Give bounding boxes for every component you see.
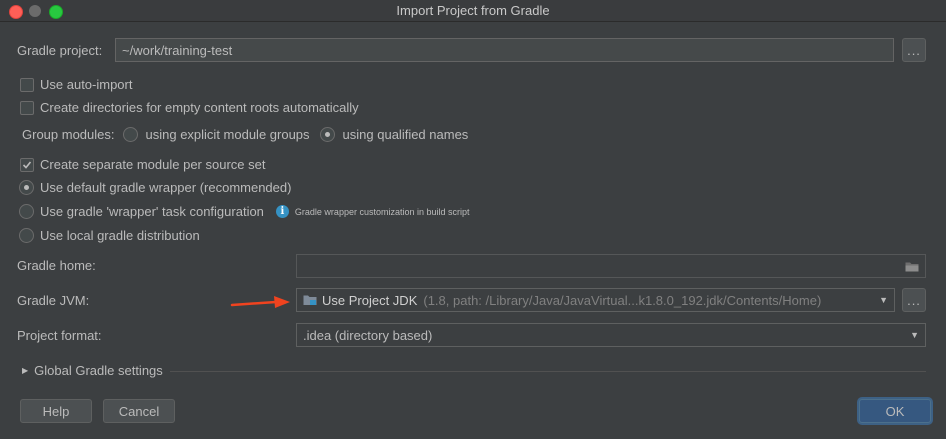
gradle-project-browse-button[interactable]: ... <box>902 38 926 62</box>
gradle-jvm-dropdown[interactable]: Use Project JDK (1.8, path: /Library/Jav… <box>296 288 895 312</box>
separate-module-checkbox[interactable] <box>20 157 34 172</box>
create-dirs-option[interactable]: Create directories for empty content roo… <box>20 100 359 115</box>
gradle-project-value: ~/work/training-test <box>122 42 233 58</box>
explicit-groups-radio[interactable] <box>122 127 138 142</box>
chevron-down-icon: ▼ <box>910 330 919 340</box>
info-icon: i <box>275 205 289 218</box>
create-dirs-label: Create directories for empty content roo… <box>40 100 359 115</box>
default-wrapper-label: Use default gradle wrapper (recommended) <box>40 180 292 195</box>
ok-button[interactable]: OK <box>859 399 931 423</box>
explicit-groups-label[interactable]: using explicit module groups <box>146 127 310 142</box>
radio-selected-dot <box>24 185 29 190</box>
separate-module-option[interactable]: Create separate module per source set <box>20 157 265 172</box>
default-wrapper-option[interactable]: Use default gradle wrapper (recommended) <box>19 180 291 195</box>
gradle-home-label: Gradle home: <box>17 258 96 273</box>
chevron-right-icon: ▶ <box>22 366 29 375</box>
window-title: Import Project from Gradle <box>396 3 550 18</box>
wrapper-task-hint: Gradle wrapper customization in build sc… <box>294 206 470 217</box>
gradle-project-label: Gradle project: <box>17 43 103 58</box>
wrapper-task-label: Use gradle 'wrapper' task configuration <box>40 204 264 219</box>
qualified-names-radio[interactable] <box>319 127 335 142</box>
jdk-folder-icon <box>303 295 317 305</box>
gradle-jvm-value: Use Project JDK <box>322 292 418 308</box>
maximize-window-button[interactable] <box>49 5 63 19</box>
local-gradle-radio[interactable] <box>19 228 34 243</box>
default-wrapper-radio[interactable] <box>19 180 34 195</box>
project-format-dropdown[interactable]: .idea (directory based) ▼ <box>296 323 926 347</box>
separate-module-label: Create separate module per source set <box>40 157 266 172</box>
section-divider <box>170 371 926 372</box>
wrapper-task-option[interactable]: Use gradle 'wrapper' task configuration … <box>19 204 470 219</box>
project-format-value: .idea (directory based) <box>303 327 433 343</box>
help-button[interactable]: Help <box>20 399 92 423</box>
global-gradle-settings-label: Global Gradle settings <box>34 363 163 378</box>
cancel-button[interactable]: Cancel <box>103 399 175 423</box>
chevron-down-icon: ▼ <box>879 295 888 305</box>
group-modules-row: Group modules: using explicit module gro… <box>22 127 468 142</box>
gradle-jvm-label: Gradle JVM: <box>17 293 90 308</box>
checkmark-icon <box>22 160 32 169</box>
gradle-home-field[interactable] <box>296 254 926 278</box>
radio-selected-dot <box>324 132 330 137</box>
auto-import-label: Use auto-import <box>40 77 133 92</box>
import-gradle-dialog: Import Project from Gradle Gradle projec… <box>0 0 946 439</box>
gradle-project-field[interactable]: ~/work/training-test <box>115 38 894 62</box>
group-modules-label: Group modules: <box>22 127 115 142</box>
auto-import-checkbox[interactable] <box>20 77 34 92</box>
title-bar: Import Project from Gradle <box>0 0 946 22</box>
local-gradle-label: Use local gradle distribution <box>40 228 200 243</box>
minimize-window-button[interactable] <box>29 5 41 17</box>
auto-import-option[interactable]: Use auto-import <box>20 77 132 92</box>
gradle-jvm-browse-button[interactable]: ... <box>902 288 926 312</box>
project-format-label: Project format: <box>17 328 102 343</box>
create-dirs-checkbox[interactable] <box>20 100 34 115</box>
gradle-jvm-detail: (1.8, path: /Library/Java/JavaVirtual...… <box>423 292 822 308</box>
folder-icon[interactable] <box>905 261 919 272</box>
local-gradle-option[interactable]: Use local gradle distribution <box>19 228 200 243</box>
qualified-names-label[interactable]: using qualified names <box>343 127 469 142</box>
wrapper-task-radio[interactable] <box>19 204 34 219</box>
close-window-button[interactable] <box>9 5 23 19</box>
annotation-arrow-icon <box>230 296 290 308</box>
global-gradle-settings-toggle[interactable]: ▶ Global Gradle settings <box>22 363 163 378</box>
